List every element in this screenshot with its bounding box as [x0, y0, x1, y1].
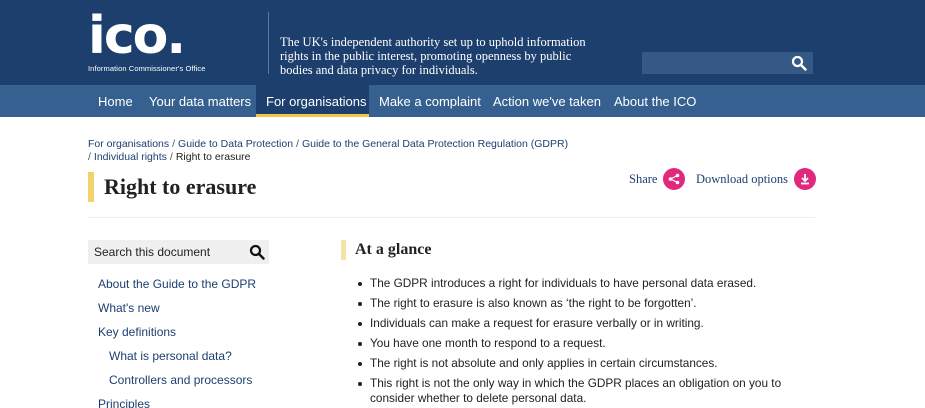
breadcrumb-separator: / [172, 138, 176, 150]
site-header: ico. Information Commissioner's Office T… [0, 0, 925, 85]
page-title: Right to erasure [104, 174, 257, 199]
page-title-block: Right to erasure [88, 172, 256, 202]
sidebar-link-principles[interactable]: Principles [98, 397, 150, 408]
share-icon[interactable] [663, 168, 686, 190]
breadcrumb: For organisations / Guide to Data Protecti… [88, 138, 608, 164]
logo-subtitle: Information Commissioner's Office [88, 64, 206, 73]
list-item: You have one month to respond to a reque… [356, 336, 806, 351]
ico-logo[interactable]: ico. Information Commissioner's Office [88, 6, 206, 73]
breadcrumb-link[interactable]: For organisations [88, 138, 169, 150]
nav-for-organisations[interactable]: For organisations [256, 85, 369, 117]
sidebar-link-about-guide[interactable]: About the Guide to the GDPR [98, 277, 256, 291]
breadcrumb-link[interactable]: Guide to the General Data Protection Reg… [302, 138, 568, 150]
sidebar-link-what-is-personal-data[interactable]: What is personal data? [109, 349, 232, 363]
list-item: The right to erasure is also known as ‘t… [356, 296, 806, 311]
breadcrumb-link[interactable]: Individual rights [94, 151, 167, 163]
header-tagline: The UK's independent authority set up to… [280, 35, 586, 77]
search-icon[interactable] [249, 244, 265, 260]
search-icon[interactable] [791, 55, 807, 71]
header-divider [268, 12, 269, 74]
sidebar-link-key-definitions[interactable]: Key definitions [98, 325, 176, 339]
sidebar-link-whats-new[interactable]: What's new [98, 301, 160, 315]
download-icon[interactable] [794, 168, 817, 190]
site-search-input[interactable] [642, 52, 813, 74]
list-item: The right is not absolute and only appli… [356, 356, 806, 371]
nav-action-weve-taken[interactable]: Action we've taken [483, 85, 611, 117]
document-search-placeholder: Search this document [94, 245, 211, 259]
at-a-glance-list: The GDPR introduces a right for individu… [356, 276, 806, 408]
main-nav: Home Your data matters For organisations… [0, 85, 925, 117]
nav-make-a-complaint[interactable]: Make a complaint [369, 85, 491, 117]
section-heading-block: At a glance [341, 240, 431, 260]
logo-mark: ico. [88, 6, 186, 66]
download-label: Download options [696, 171, 789, 186]
document-search-input[interactable]: Search this document [88, 240, 269, 264]
download-options-button[interactable]: Download options [696, 167, 817, 191]
nav-about-the-ico[interactable]: About the ICO [604, 85, 706, 117]
nav-your-data-matters[interactable]: Your data matters [139, 85, 261, 117]
breadcrumb-separator: / [296, 138, 299, 150]
list-item: The GDPR introduces a right for individu… [356, 276, 806, 291]
section-title: At a glance [355, 241, 432, 258]
breadcrumb-separator: / [88, 151, 91, 163]
list-item: This right is not the only way in which … [356, 376, 806, 406]
breadcrumb-separator: / [169, 151, 173, 163]
share-label: Share [629, 171, 658, 186]
breadcrumb-link[interactable]: Guide to Data Protection [178, 138, 293, 150]
breadcrumb-current: Right to erasure [175, 151, 251, 163]
list-item: Individuals can make a request for erasu… [356, 316, 806, 331]
share-button[interactable]: Share [629, 167, 686, 191]
divider [88, 217, 815, 218]
sidebar-link-controllers-processors[interactable]: Controllers and processors [109, 373, 252, 387]
nav-home[interactable]: Home [88, 85, 143, 117]
